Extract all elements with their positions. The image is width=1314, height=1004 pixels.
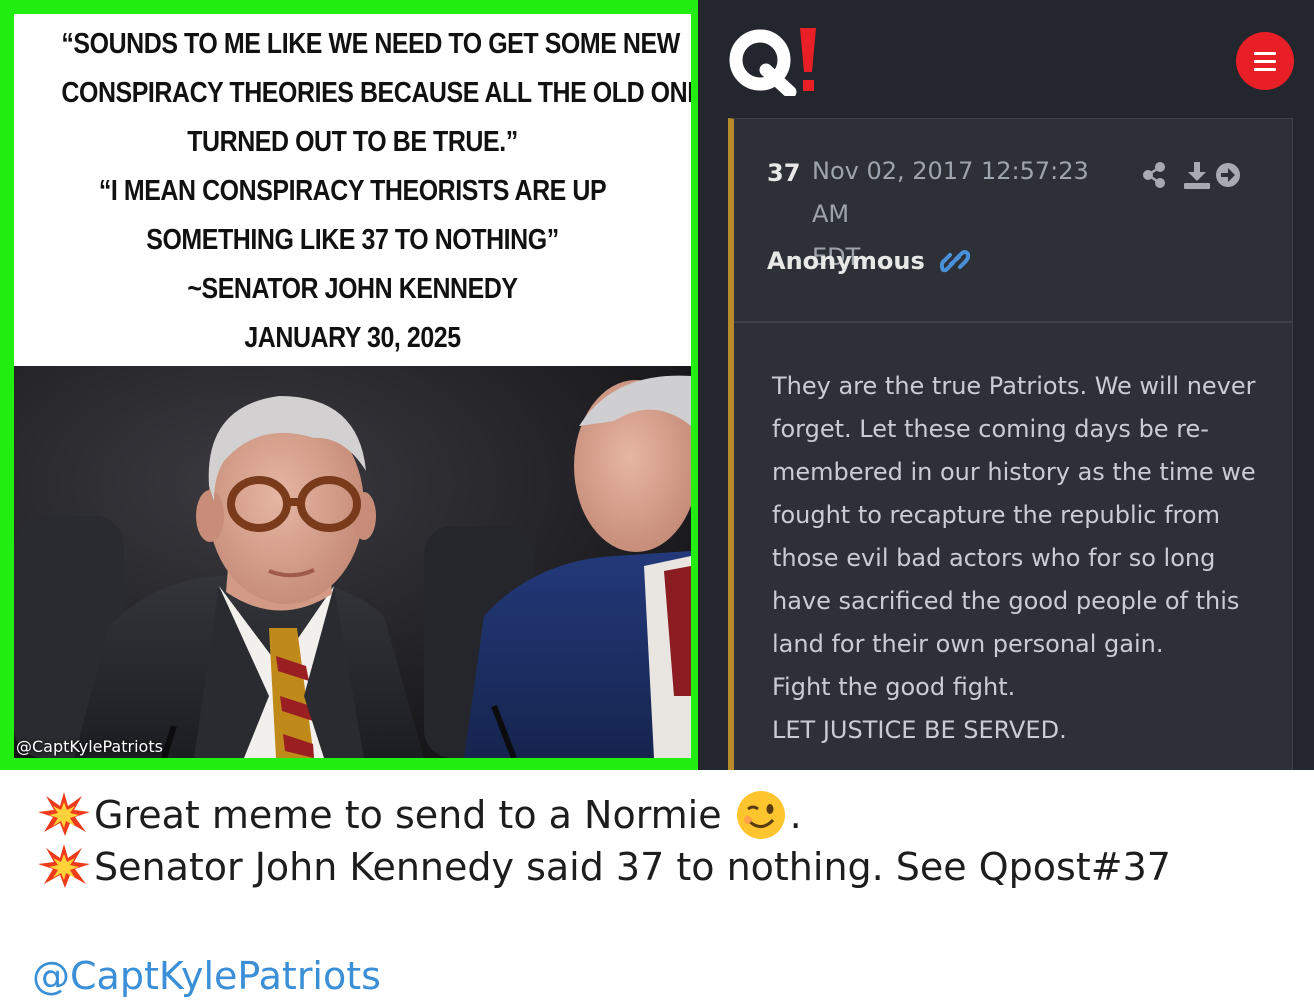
download-icon[interactable] <box>1184 162 1210 189</box>
quote-line: “I MEAN CONSPIRACY THEORISTS ARE UP <box>98 175 607 207</box>
quote-line: TURNED OUT TO BE TRUE.” <box>187 126 518 158</box>
post-author: Anonymous <box>767 247 925 275</box>
caption-text-end: . <box>789 793 802 837</box>
post-body-line: those evil bad actors who for so long <box>772 544 1216 572</box>
caption-line-1: Great meme to send to a Normie . <box>38 790 802 840</box>
hamburger-menu-icon <box>1254 68 1276 71</box>
post-number[interactable]: 37 <box>767 159 800 187</box>
winking-face-icon <box>736 791 785 839</box>
hamburger-menu-icon <box>1254 60 1276 63</box>
meme-quote: “SOUNDS TO ME LIKE WE NEED TO GET SOME N… <box>61 20 691 363</box>
share-icon[interactable] <box>1143 162 1165 188</box>
quote-line: SOMETHING LIKE 37 TO NOTHING” <box>146 224 559 256</box>
collision-icon <box>38 792 90 836</box>
quote-line: ~SENATOR JOHN KENNEDY <box>187 273 518 305</box>
post-body-line: membered in our history as the time we <box>772 458 1256 486</box>
message-caption: Great meme to send to a Normie . Senator… <box>0 770 1314 1004</box>
caption-text: Senator John Kennedy said 37 to nothing.… <box>94 845 1171 889</box>
senator-photo: @CaptKylePatriots <box>14 366 691 758</box>
collision-icon <box>38 844 90 888</box>
watermark: @CaptKylePatriots <box>16 737 163 756</box>
quote-line: “SOUNDS TO ME LIKE WE NEED TO GET SOME N… <box>61 28 680 60</box>
link-icon[interactable] <box>939 247 971 279</box>
arrow-right-circle-icon[interactable] <box>1216 163 1240 187</box>
post-body: They are the true Patriots. We will neve… <box>772 365 1272 752</box>
qpost-panel: 37 Nov 02, 2017 12:57:23 AM EDT Anonymou… <box>698 0 1314 770</box>
meme-content: “SOUNDS TO ME LIKE WE NEED TO GET SOME N… <box>14 14 691 758</box>
post-date-line: Nov 02, 2017 12:57:23 AM <box>812 157 1089 228</box>
post-actions <box>1142 161 1242 195</box>
post-body-line: fought to recapture the republic from <box>772 501 1220 529</box>
post-body-line: Fight the good fight. <box>772 673 1016 701</box>
q-logo-icon[interactable] <box>726 26 818 100</box>
caption-text: Great meme to send to a Normie <box>94 793 722 837</box>
quote-line: CONSPIRACY THEORIES BECAUSE ALL THE OLD … <box>61 77 691 109</box>
quote-line: JANUARY 30, 2025 <box>244 322 461 354</box>
post-body-line: LET JUSTICE BE SERVED. <box>772 716 1067 744</box>
caption-line-2: Senator John Kennedy said 37 to nothing.… <box>38 844 1171 889</box>
post-body-line: have sacrificed the good people of this <box>772 587 1240 615</box>
meme-image: “SOUNDS TO ME LIKE WE NEED TO GET SOME N… <box>0 0 698 770</box>
hamburger-menu-icon <box>1254 52 1276 55</box>
post-body-line: land for their own personal gain. <box>772 630 1164 658</box>
author-handle-link[interactable]: @CaptKylePatriots <box>32 954 381 998</box>
qpost-card: 37 Nov 02, 2017 12:57:23 AM EDT Anonymou… <box>728 118 1293 770</box>
post-body-line: forget. Let these coming days be re- <box>772 415 1209 443</box>
hamburger-menu-button[interactable] <box>1236 32 1294 90</box>
post-body-line: They are the true Patriots. We will neve… <box>772 372 1256 400</box>
senator-photo-illustration <box>14 366 691 758</box>
qpost-header: 37 Nov 02, 2017 12:57:23 AM EDT Anonymou… <box>734 119 1292 323</box>
